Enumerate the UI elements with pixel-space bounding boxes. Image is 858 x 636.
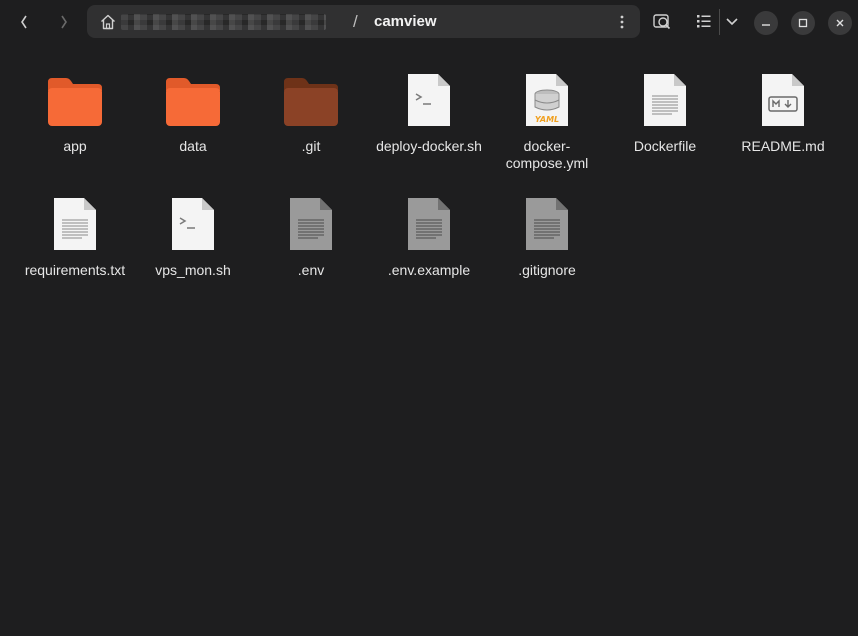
shell-script-icon bbox=[406, 72, 452, 128]
yaml-file-icon: YAML bbox=[524, 72, 570, 128]
file-item-env[interactable]: .env bbox=[252, 194, 370, 279]
file-item-gitignore[interactable]: .gitignore bbox=[488, 194, 606, 279]
file-label: data bbox=[179, 138, 207, 154]
search-icon[interactable] bbox=[652, 11, 672, 31]
file-item-git[interactable]: .git bbox=[252, 70, 370, 155]
markdown-file-icon bbox=[760, 72, 806, 128]
file-label: Dockerfile bbox=[633, 138, 697, 154]
file-label: app bbox=[63, 138, 87, 154]
file-label: requirements.txt bbox=[24, 262, 126, 278]
shell-script-icon bbox=[170, 196, 216, 252]
toolbar-divider bbox=[719, 9, 720, 35]
file-item-vps-mon-sh[interactable]: vps_mon.sh bbox=[134, 194, 252, 279]
text-file-icon bbox=[52, 196, 98, 252]
headerbar: / camview bbox=[0, 0, 858, 44]
file-item-data[interactable]: data bbox=[134, 70, 252, 155]
file-label: .git bbox=[301, 138, 321, 154]
forward-button[interactable] bbox=[50, 8, 78, 36]
path-bar[interactable]: / camview bbox=[87, 5, 640, 38]
chevron-right-icon bbox=[61, 15, 67, 29]
file-item-readme-md[interactable]: README.md bbox=[724, 70, 842, 155]
path-current-folder[interactable]: camview bbox=[374, 13, 437, 30]
file-item-dockerfile[interactable]: Dockerfile bbox=[606, 70, 724, 155]
maximize-icon bbox=[798, 18, 808, 28]
file-item-requirements-txt[interactable]: requirements.txt bbox=[16, 194, 134, 279]
list-view-icon[interactable] bbox=[694, 11, 714, 31]
hidden-file-icon bbox=[288, 196, 334, 252]
close-icon bbox=[836, 19, 844, 27]
kebab-menu-icon[interactable] bbox=[615, 13, 629, 31]
file-label: deploy-docker.sh bbox=[376, 138, 482, 154]
chevron-down-icon[interactable] bbox=[722, 11, 742, 31]
svg-text:YAML: YAML bbox=[535, 115, 559, 124]
minimize-icon bbox=[762, 24, 770, 26]
file-item-app[interactable]: app bbox=[16, 70, 134, 155]
minimize-button[interactable] bbox=[754, 11, 778, 35]
file-item-deploy-docker-sh[interactable]: deploy-docker.sh bbox=[370, 70, 488, 155]
folder-icon bbox=[46, 76, 104, 126]
chevron-left-icon bbox=[21, 15, 27, 29]
folder-icon bbox=[164, 76, 222, 126]
hidden-file-icon bbox=[524, 196, 570, 252]
close-button[interactable] bbox=[828, 11, 852, 35]
back-button[interactable] bbox=[10, 8, 38, 36]
file-item-docker-compose-yml[interactable]: YAML docker-compose.yml bbox=[488, 70, 606, 172]
home-icon[interactable] bbox=[99, 13, 117, 31]
git-folder-icon bbox=[282, 76, 340, 126]
path-separator: / bbox=[353, 12, 358, 31]
file-label: README.md bbox=[741, 138, 825, 154]
file-label: .gitignore bbox=[518, 262, 576, 278]
hidden-file-icon bbox=[406, 196, 452, 252]
file-label: vps_mon.sh bbox=[155, 262, 231, 278]
file-item-env-example[interactable]: .env.example bbox=[370, 194, 488, 279]
maximize-button[interactable] bbox=[791, 11, 815, 35]
file-label: .env.example bbox=[387, 262, 471, 278]
file-label: docker-compose.yml bbox=[505, 138, 589, 171]
text-file-icon bbox=[642, 72, 688, 128]
file-label: .env bbox=[297, 262, 325, 278]
redacted-path-segment[interactable] bbox=[121, 14, 326, 30]
